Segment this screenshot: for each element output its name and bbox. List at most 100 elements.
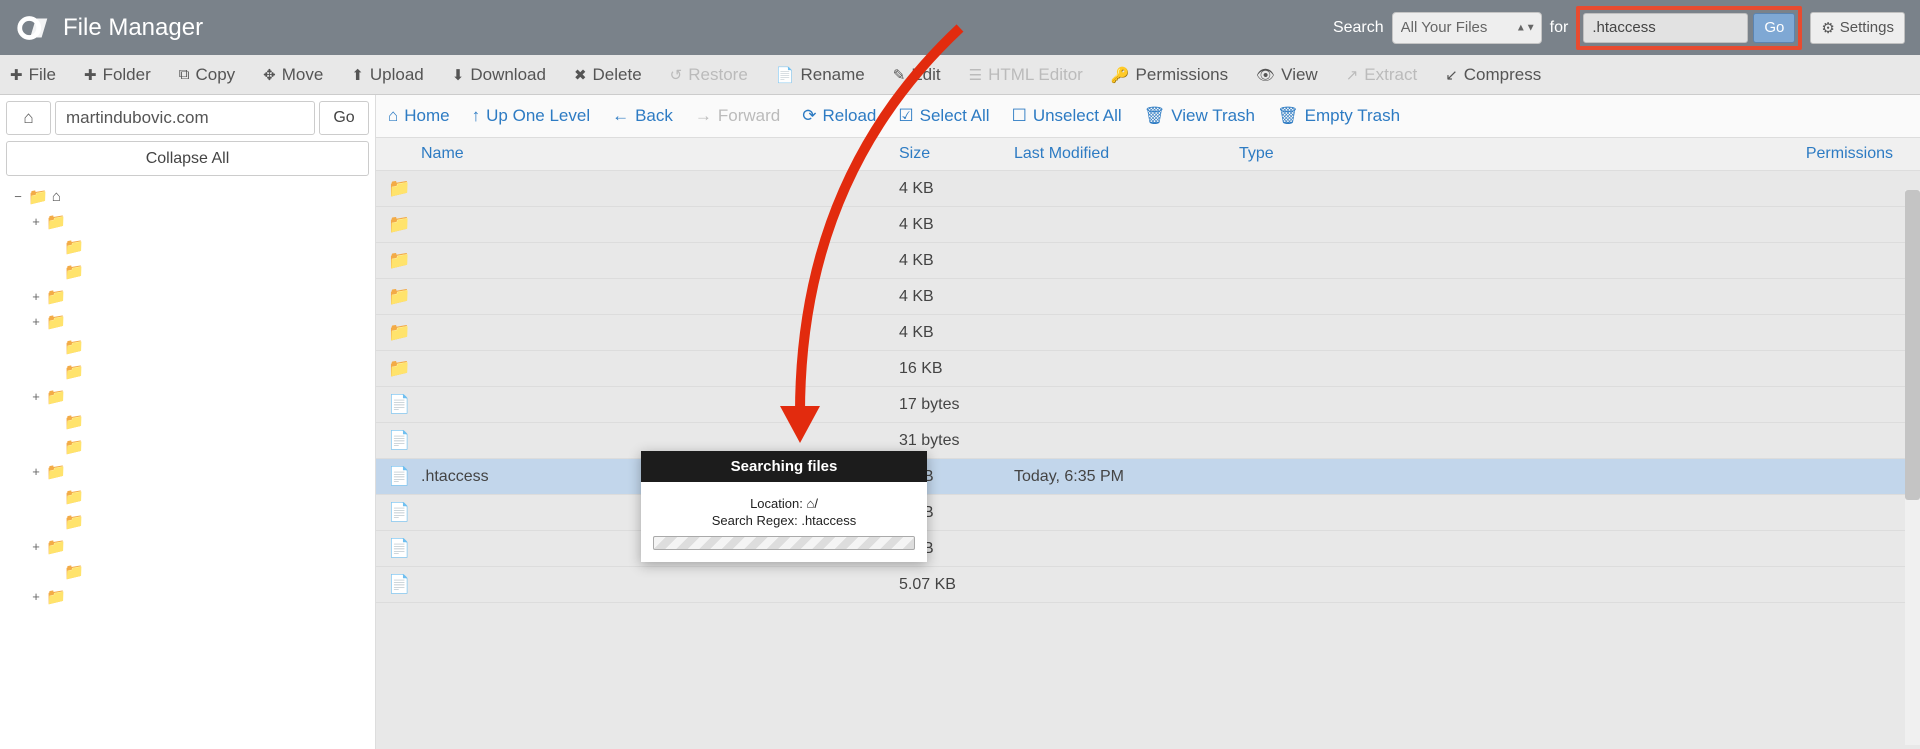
modal-body: Location: ⌂/ Search Regex: .htaccess [641,482,927,562]
tree-toggle[interactable]: − [12,189,24,204]
folder-icon: 📁 [46,312,66,332]
extract-icon: ↗ [1346,66,1359,84]
file-icon: 📄 [388,430,421,451]
tree-item[interactable]: +📁 [12,384,369,409]
tree-item[interactable]: 📁 [12,359,369,384]
tree-toggle[interactable]: + [30,539,42,554]
tree-toggle[interactable]: + [30,389,42,404]
file-size: 16 KB [899,360,1014,378]
search-go-button[interactable]: Go [1753,13,1795,43]
collapse-all-button[interactable]: Collapse All [6,141,369,176]
move-button[interactable]: ✥Move [263,65,323,85]
tree-item[interactable]: +📁 [12,584,369,609]
nav-select-all-button[interactable]: ☑Select All [898,106,989,126]
uncheck-icon: ☐ [1012,106,1027,126]
for-label: for [1550,19,1569,37]
file-modified: Today, 6:35 PM [1014,468,1239,486]
scrollbar-thumb[interactable] [1905,190,1920,500]
col-modified-header[interactable]: Last Modified [1014,145,1239,163]
col-size-header[interactable]: Size [899,145,1014,163]
pencil-icon: ✎ [893,66,906,84]
restore-button: ↺Restore [670,65,748,85]
table-row[interactable]: 📄17 bytes [376,387,1920,423]
table-header: Name Size Last Modified Type Permissions [376,138,1920,171]
compress-button[interactable]: ↙Compress [1445,65,1541,85]
file-size: 4 KB [899,180,1014,198]
search-scope-select[interactable]: All Your Files [1392,12,1542,44]
table-row[interactable]: 📄7 KB [376,531,1920,567]
col-type-header[interactable]: Type [1239,145,1444,163]
nav-home-button[interactable]: ⌂Home [388,106,450,126]
table-row[interactable]: 📁4 KB [376,315,1920,351]
nav-view-trash-button[interactable]: 🗑View Trash [1144,106,1255,126]
path-input[interactable] [55,101,315,135]
folder-icon: 📁 [46,287,66,307]
new-file-button[interactable]: ✚File [10,65,56,85]
file-icon: 📄 [388,394,421,415]
tree-item[interactable]: +📁 [12,309,369,334]
nav-back-button[interactable]: ←Back [612,106,673,126]
tree-item[interactable]: 📁 [12,559,369,584]
up-arrow-icon: ↑ [472,106,481,126]
col-name-header[interactable]: Name [421,145,899,163]
permissions-button[interactable]: 🔑Permissions [1111,65,1228,85]
home-path-button[interactable]: ⌂ [6,101,51,135]
folder-icon: 📁 [46,537,66,557]
table-row[interactable]: 📄.htaccess8 KBToday, 6:35 PM [376,459,1920,495]
rename-button[interactable]: 📄Rename [776,65,865,85]
new-folder-button[interactable]: ✚Folder [84,65,151,85]
nav-unselect-all-button[interactable]: ☐Unselect All [1012,106,1122,126]
plus-icon: ✚ [10,66,23,84]
tree-toggle[interactable]: + [30,464,42,479]
scrollbar[interactable] [1905,190,1920,745]
path-go-button[interactable]: Go [319,101,369,135]
check-icon: ☑ [898,106,913,126]
download-button[interactable]: ⬇Download [452,65,546,85]
tree-toggle[interactable]: + [30,214,42,229]
move-icon: ✥ [263,66,276,84]
file-size: 31 bytes [899,432,1014,450]
nav-reload-button[interactable]: ⟳Reload [802,106,876,126]
tree-item[interactable]: 📁 [12,434,369,459]
copy-button[interactable]: ⧉Copy [179,65,235,85]
upload-button[interactable]: ⬆Upload [351,65,423,85]
view-button[interactable]: 👁View [1256,65,1318,85]
folder-icon: 📁 [46,462,66,482]
table-row[interactable]: 📄5.07 KB [376,567,1920,603]
nav-row: ⌂Home ↑Up One Level ←Back →Forward ⟳Relo… [376,95,1920,138]
delete-button[interactable]: ✖Delete [574,65,642,85]
tree-item[interactable]: 📁 [12,509,369,534]
download-icon: ⬇ [452,66,465,84]
table-row[interactable]: 📁4 KB [376,279,1920,315]
tree-item[interactable]: +📁 [12,459,369,484]
table-row[interactable]: 📁4 KB [376,171,1920,207]
tree-item[interactable]: 📁 [12,409,369,434]
table-row[interactable]: 📁16 KB [376,351,1920,387]
edit-button[interactable]: ✎Edit [893,65,941,85]
table-row[interactable]: 📁4 KB [376,207,1920,243]
tree-toggle[interactable]: + [30,289,42,304]
tree-item[interactable]: +📁 [12,209,369,234]
file-size: 4 KB [899,324,1014,342]
tree-toggle[interactable]: + [30,314,42,329]
tree-item[interactable]: 📁 [12,259,369,284]
modal-location-line: Location: ⌂/ [653,496,915,511]
modal-regex-line: Search Regex: .htaccess [653,513,915,528]
tree-item[interactable]: +📁 [12,534,369,559]
nav-up-button[interactable]: ↑Up One Level [472,106,590,126]
tree-toggle[interactable]: + [30,589,42,604]
col-permissions-header[interactable]: Permissions [1444,145,1908,163]
settings-button[interactable]: ⚙ Settings [1810,12,1905,44]
tree-item[interactable]: 📁 [12,234,369,259]
table-row[interactable]: 📄2 KB [376,495,1920,531]
tree-item[interactable]: 📁 [12,484,369,509]
nav-empty-trash-button[interactable]: 🗑Empty Trash [1277,106,1400,126]
cpanel-logo-icon [15,9,53,47]
tree-item[interactable]: −📁⌂ [12,184,369,209]
table-row[interactable]: 📄 31 bytes [376,423,1920,459]
table-row[interactable]: 📁4 KB [376,243,1920,279]
tree-item[interactable]: 📁 [12,334,369,359]
settings-label: Settings [1840,19,1894,36]
tree-item[interactable]: +📁 [12,284,369,309]
search-input[interactable] [1583,13,1748,43]
